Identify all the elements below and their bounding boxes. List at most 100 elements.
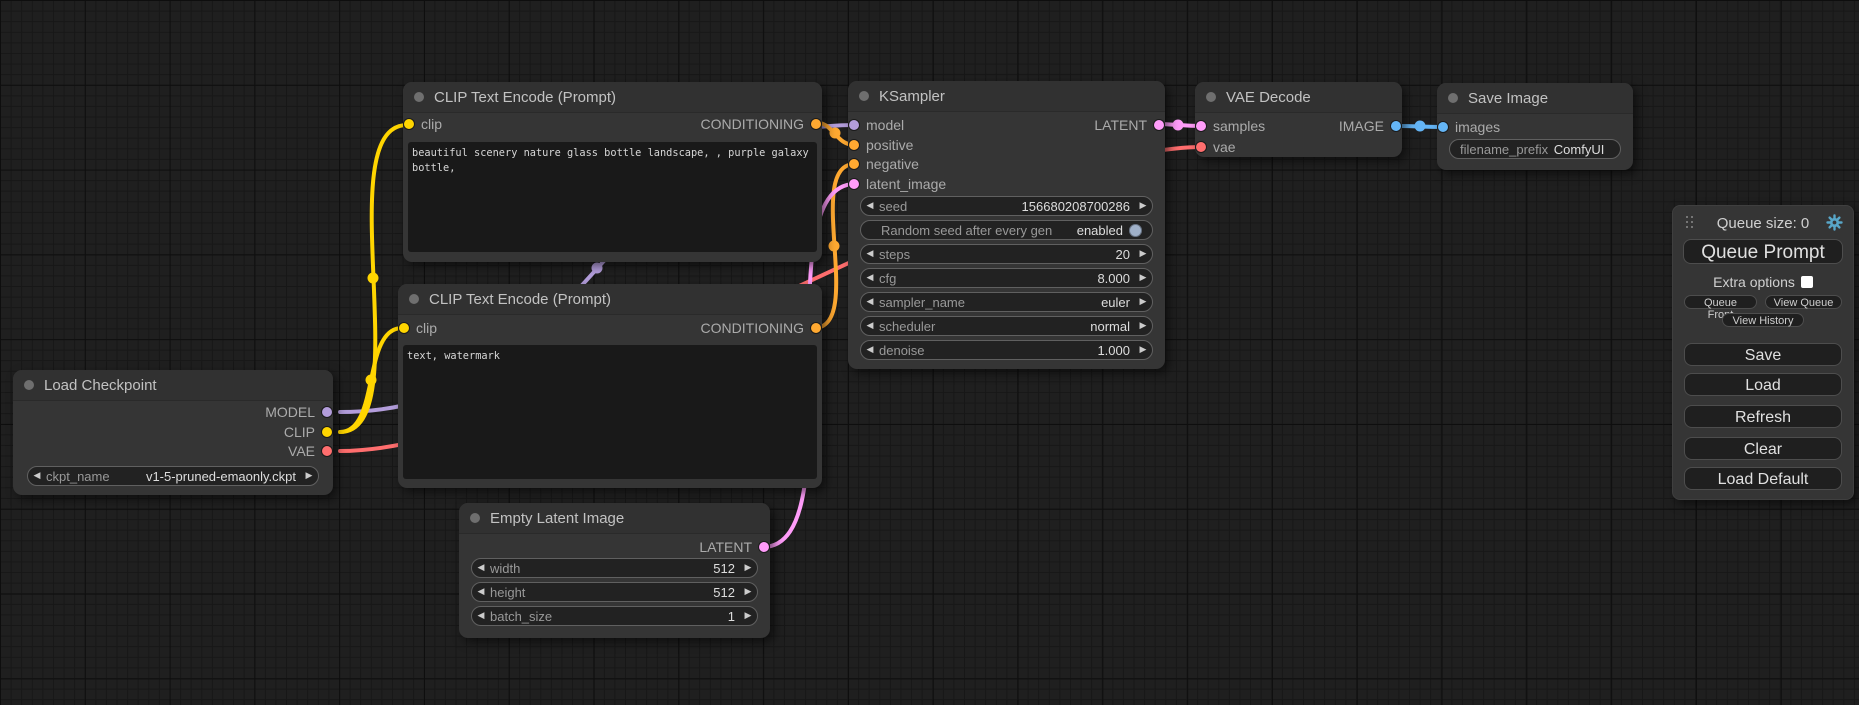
node-title-bar: CLIP Text Encode (Prompt) <box>403 82 822 113</box>
prev-arrow-icon[interactable] <box>28 466 46 486</box>
image-output-dot[interactable] <box>1391 121 1401 131</box>
widget-value: v1-5-pruned-emaonly.ckpt <box>110 469 300 484</box>
node-title: Save Image <box>1468 90 1548 107</box>
increment-arrow-icon[interactable] <box>739 558 757 578</box>
increment-arrow-icon[interactable] <box>739 582 757 602</box>
slot-label: LATENT <box>699 539 752 555</box>
collapse-dot-icon[interactable] <box>1206 92 1216 102</box>
increment-arrow-icon[interactable] <box>1134 340 1152 360</box>
collapse-dot-icon[interactable] <box>1448 93 1458 103</box>
seed-widget[interactable]: seed 156680208700286 <box>860 196 1153 216</box>
batch-size-widget[interactable]: batch_size 1 <box>471 606 758 626</box>
extra-options-checkbox[interactable] <box>1801 276 1813 288</box>
queue-front-button[interactable]: Queue Front <box>1684 295 1757 309</box>
widget-name: height <box>490 585 525 600</box>
decrement-arrow-icon[interactable] <box>472 582 490 602</box>
save-button[interactable]: Save <box>1684 343 1842 366</box>
node-title-bar: Empty Latent Image <box>459 503 770 534</box>
toggle-dot-icon[interactable] <box>1129 224 1142 237</box>
increment-arrow-icon[interactable] <box>1134 196 1152 216</box>
link-dot-negative <box>829 241 840 252</box>
widget-name: ckpt_name <box>46 469 110 484</box>
latent-image-input-dot[interactable] <box>849 179 859 189</box>
output-slot-latent: LATENT <box>848 115 1165 135</box>
node-title: CLIP Text Encode (Prompt) <box>429 291 611 308</box>
decrement-arrow-icon[interactable] <box>861 268 879 288</box>
model-output-dot[interactable] <box>322 407 332 417</box>
input-slot-negative: negative <box>848 154 1165 174</box>
queue-prompt-button[interactable]: Queue Prompt <box>1683 239 1843 264</box>
slot-label: vae <box>1213 139 1236 155</box>
node-title-bar: CLIP Text Encode (Prompt) <box>398 284 822 315</box>
input-slot-positive: positive <box>848 135 1165 155</box>
decrement-arrow-icon[interactable] <box>861 196 879 216</box>
decrement-arrow-icon[interactable] <box>472 606 490 626</box>
widget-value: ComfyUI <box>1548 142 1610 157</box>
node-clip-text-encode-negative[interactable]: CLIP Text Encode (Prompt) clip CONDITION… <box>398 284 822 488</box>
height-widget[interactable]: height 512 <box>471 582 758 602</box>
widget-name: cfg <box>879 271 896 286</box>
load-default-button[interactable]: Load Default <box>1684 467 1842 490</box>
link-dot-positive <box>830 128 841 139</box>
latent-output-dot[interactable] <box>759 542 769 552</box>
output-slot-conditioning: CONDITIONING <box>403 114 822 134</box>
positive-input-dot[interactable] <box>849 140 859 150</box>
increment-arrow-icon[interactable] <box>739 606 757 626</box>
sampler-name-widget[interactable]: sampler_name euler <box>860 292 1153 312</box>
positive-prompt-textarea[interactable]: beautiful scenery nature glass bottle la… <box>408 142 817 252</box>
steps-widget[interactable]: steps 20 <box>860 244 1153 264</box>
prev-arrow-icon[interactable] <box>861 316 879 336</box>
scheduler-widget[interactable]: scheduler normal <box>860 316 1153 336</box>
node-ksampler[interactable]: KSampler model LATENT positive negative … <box>848 81 1165 369</box>
decrement-arrow-icon[interactable] <box>861 244 879 264</box>
next-arrow-icon[interactable] <box>300 466 318 486</box>
prev-arrow-icon[interactable] <box>861 292 879 312</box>
node-vae-decode[interactable]: VAE Decode samples IMAGE vae <box>1195 82 1402 157</box>
view-history-button[interactable]: View History <box>1722 313 1804 327</box>
collapse-dot-icon[interactable] <box>414 92 424 102</box>
negative-prompt-textarea[interactable]: text, watermark <box>403 345 817 479</box>
decrement-arrow-icon[interactable] <box>861 340 879 360</box>
node-graph-canvas[interactable]: Load Checkpoint MODEL CLIP VAE ckpt_name… <box>0 0 1859 705</box>
vae-output-dot[interactable] <box>322 446 332 456</box>
random-seed-toggle-widget[interactable]: Random seed after every gen enabled <box>860 220 1153 240</box>
widget-name: width <box>490 561 520 576</box>
width-widget[interactable]: width 512 <box>471 558 758 578</box>
widget-name: sampler_name <box>879 295 965 310</box>
filename-prefix-widget[interactable]: filename_prefix ComfyUI <box>1449 139 1621 159</box>
collapse-dot-icon[interactable] <box>470 513 480 523</box>
latent-output-dot[interactable] <box>1154 120 1164 130</box>
conditioning-output-dot[interactable] <box>811 323 821 333</box>
collapse-dot-icon[interactable] <box>859 91 869 101</box>
refresh-button[interactable]: Refresh <box>1684 405 1842 428</box>
settings-gear-icon[interactable] <box>1826 214 1843 231</box>
widget-name: seed <box>879 199 907 214</box>
widget-value: 20 <box>910 247 1134 262</box>
increment-arrow-icon[interactable] <box>1134 244 1152 264</box>
ckpt-name-widget[interactable]: ckpt_name v1-5-pruned-emaonly.ckpt <box>27 466 319 486</box>
clear-button[interactable]: Clear <box>1684 437 1842 460</box>
cfg-widget[interactable]: cfg 8.000 <box>860 268 1153 288</box>
extra-options-row: Extra options <box>1673 274 1853 290</box>
negative-input-dot[interactable] <box>849 159 859 169</box>
node-load-checkpoint[interactable]: Load Checkpoint MODEL CLIP VAE ckpt_name… <box>13 370 333 495</box>
next-arrow-icon[interactable] <box>1134 292 1152 312</box>
next-arrow-icon[interactable] <box>1134 316 1152 336</box>
node-empty-latent-image[interactable]: Empty Latent Image LATENT width 512 heig… <box>459 503 770 638</box>
widget-value: enabled <box>1052 223 1127 238</box>
increment-arrow-icon[interactable] <box>1134 268 1152 288</box>
collapse-dot-icon[interactable] <box>24 380 34 390</box>
slot-label: CLIP <box>284 424 315 440</box>
widget-value: 1.000 <box>925 343 1134 358</box>
load-button[interactable]: Load <box>1684 373 1842 396</box>
vae-input-dot[interactable] <box>1196 142 1206 152</box>
node-save-image[interactable]: Save Image images filename_prefix ComfyU… <box>1437 83 1633 170</box>
conditioning-output-dot[interactable] <box>811 119 821 129</box>
collapse-dot-icon[interactable] <box>409 294 419 304</box>
decrement-arrow-icon[interactable] <box>472 558 490 578</box>
view-queue-button[interactable]: View Queue <box>1765 295 1842 309</box>
node-clip-text-encode-positive[interactable]: CLIP Text Encode (Prompt) clip CONDITION… <box>403 82 822 262</box>
denoise-widget[interactable]: denoise 1.000 <box>860 340 1153 360</box>
clip-output-dot[interactable] <box>322 427 332 437</box>
images-input-dot[interactable] <box>1438 122 1448 132</box>
